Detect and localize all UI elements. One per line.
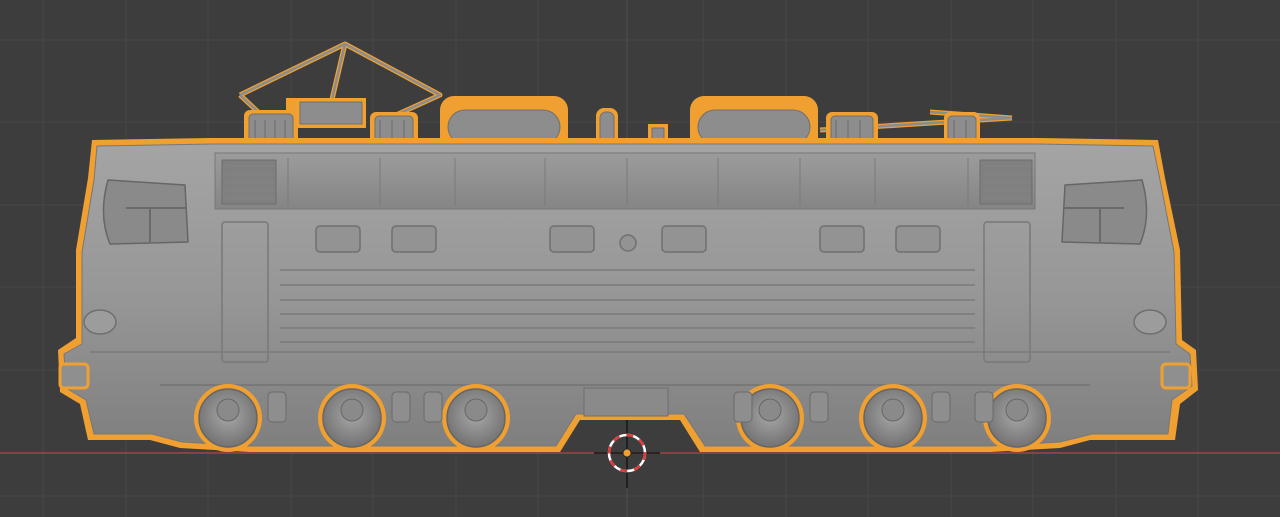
locomotive-object[interactable] (58, 41, 1198, 452)
3d-cursor-icon[interactable] (594, 420, 660, 488)
underframe-box (583, 387, 669, 417)
3d-viewport[interactable] (0, 0, 1280, 517)
